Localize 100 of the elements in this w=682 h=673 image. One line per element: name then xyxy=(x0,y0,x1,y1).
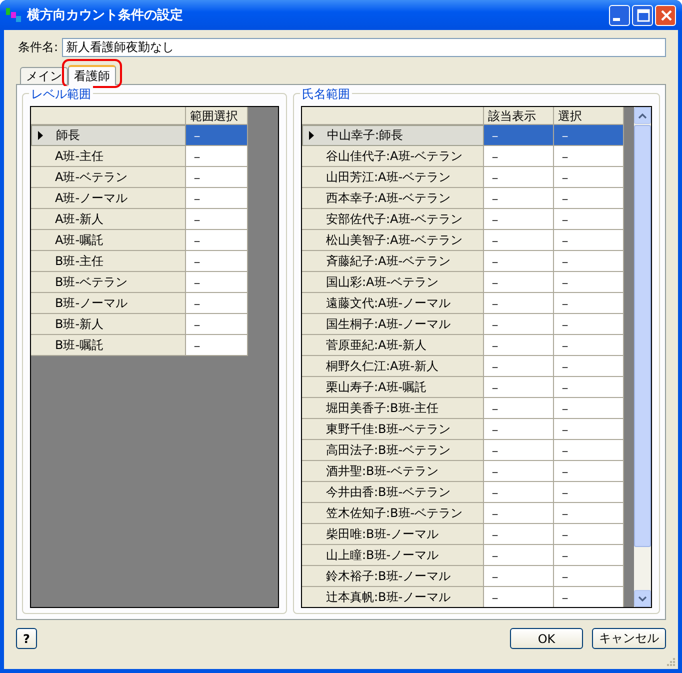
row-header[interactable]: A班-ノーマル xyxy=(31,188,186,209)
row-header[interactable]: 栗山寿子:A班-嘱託 xyxy=(302,377,484,398)
table-cell[interactable]: － xyxy=(554,419,624,440)
table-cell[interactable]: － xyxy=(484,419,554,440)
table-cell[interactable]: － xyxy=(484,251,554,272)
row-header[interactable]: B班-新人 xyxy=(31,314,186,335)
table-cell[interactable]: － xyxy=(484,524,554,545)
row-header[interactable]: A班-ベテラン xyxy=(31,167,186,188)
table-cell[interactable]: － xyxy=(554,398,624,419)
table-cell[interactable]: － xyxy=(186,167,248,188)
table-cell[interactable]: － xyxy=(484,482,554,503)
table-cell[interactable]: － xyxy=(186,125,248,146)
table-cell[interactable]: － xyxy=(484,503,554,524)
row-header[interactable]: 松山美智子:A班-ベテラン xyxy=(302,230,484,251)
row-header[interactable]: 東野千佳:B班-ベテラン xyxy=(302,419,484,440)
table-cell[interactable]: － xyxy=(554,167,624,188)
row-header[interactable]: A班-嘱託 xyxy=(31,230,186,251)
row-header[interactable]: B班-主任 xyxy=(31,251,186,272)
table-cell[interactable]: － xyxy=(484,545,554,566)
maximize-button[interactable] xyxy=(632,4,653,26)
row-header[interactable]: 高田法子:B班-ベテラン xyxy=(302,440,484,461)
table-cell[interactable]: － xyxy=(554,335,624,356)
table-cell[interactable]: － xyxy=(554,587,624,607)
vertical-scrollbar[interactable] xyxy=(624,107,651,607)
ok-button[interactable]: OK xyxy=(510,628,583,649)
row-header[interactable]: 西本幸子:A班-ベテラン xyxy=(302,188,484,209)
row-header[interactable]: 今井由香:B班-ベテラン xyxy=(302,482,484,503)
table-cell[interactable]: － xyxy=(554,293,624,314)
column-header[interactable]: 該当表示 xyxy=(484,107,554,125)
row-header[interactable]: 谷山佳代子:A班-ベテラン xyxy=(302,146,484,167)
column-header[interactable]: 選択 xyxy=(554,107,624,125)
tab[interactable]: 看護師 xyxy=(68,65,116,85)
row-header[interactable]: 桐野久仁江:A班-新人 xyxy=(302,356,484,377)
table-cell[interactable]: － xyxy=(554,503,624,524)
row-header[interactable]: B班-ベテラン xyxy=(31,272,186,293)
scroll-down-button[interactable] xyxy=(634,590,651,607)
scroll-up-button[interactable] xyxy=(634,107,651,124)
table-cell[interactable]: － xyxy=(554,251,624,272)
row-header[interactable]: B班-ノーマル xyxy=(31,293,186,314)
row-header[interactable]: 国山彩:A班-ベテラン xyxy=(302,272,484,293)
row-header[interactable]: 山上瞳:B班-ノーマル xyxy=(302,545,484,566)
table-cell[interactable]: － xyxy=(554,230,624,251)
table-cell[interactable]: － xyxy=(484,566,554,587)
table-cell[interactable]: － xyxy=(554,188,624,209)
table-cell[interactable]: － xyxy=(554,125,624,146)
row-header[interactable]: 師長 xyxy=(31,125,186,146)
row-header[interactable]: 国生桐子:A班-ノーマル xyxy=(302,314,484,335)
condition-name-field[interactable]: 新人看護師夜勤なし xyxy=(62,38,666,57)
row-header[interactable]: 辻本真帆:B班-ノーマル xyxy=(302,587,484,607)
row-header[interactable]: 鈴木裕子:B班-ノーマル xyxy=(302,566,484,587)
row-header[interactable]: 安部佐代子:A班-ベテラン xyxy=(302,209,484,230)
row-header[interactable]: B班-嘱託 xyxy=(31,335,186,356)
table-cell[interactable]: － xyxy=(186,335,248,356)
row-header[interactable]: A班-新人 xyxy=(31,209,186,230)
row-header[interactable]: 柴田唯:B班-ノーマル xyxy=(302,524,484,545)
table-cell[interactable]: － xyxy=(484,398,554,419)
table-cell[interactable]: － xyxy=(186,314,248,335)
table-cell[interactable]: － xyxy=(554,440,624,461)
table-cell[interactable]: － xyxy=(484,377,554,398)
minimize-button[interactable] xyxy=(609,4,630,26)
table-cell[interactable]: － xyxy=(554,314,624,335)
table-cell[interactable]: － xyxy=(554,461,624,482)
table-cell[interactable]: － xyxy=(186,251,248,272)
tab[interactable]: メイン xyxy=(20,67,68,84)
table-cell[interactable]: － xyxy=(484,209,554,230)
table-cell[interactable]: － xyxy=(484,587,554,607)
table-cell[interactable]: － xyxy=(186,188,248,209)
column-header[interactable]: 範囲選択 xyxy=(186,107,248,125)
table-cell[interactable]: － xyxy=(484,461,554,482)
scroll-thumb[interactable] xyxy=(634,125,651,547)
table-cell[interactable]: － xyxy=(484,146,554,167)
table-cell[interactable]: － xyxy=(186,209,248,230)
table-cell[interactable]: － xyxy=(484,230,554,251)
table-cell[interactable]: － xyxy=(484,314,554,335)
table-cell[interactable]: － xyxy=(186,272,248,293)
row-header[interactable]: 中山幸子:師長 xyxy=(302,125,484,146)
table-cell[interactable]: － xyxy=(554,545,624,566)
table-cell[interactable]: － xyxy=(554,566,624,587)
table-cell[interactable]: － xyxy=(484,356,554,377)
row-header[interactable]: 菅原亜紀:A班-新人 xyxy=(302,335,484,356)
row-header[interactable]: 遠藤文代:A班-ノーマル xyxy=(302,293,484,314)
cancel-button[interactable]: キャンセル xyxy=(592,628,666,649)
table-cell[interactable]: － xyxy=(186,146,248,167)
row-header[interactable]: 斉藤紀子:A班-ベテラン xyxy=(302,251,484,272)
row-header[interactable]: 山田芳江:A班-ベテラン xyxy=(302,167,484,188)
table-cell[interactable]: － xyxy=(554,209,624,230)
table-cell[interactable]: － xyxy=(484,272,554,293)
row-header[interactable]: A班-主任 xyxy=(31,146,186,167)
close-button[interactable] xyxy=(655,4,676,26)
table-cell[interactable]: － xyxy=(554,524,624,545)
table-cell[interactable]: － xyxy=(554,146,624,167)
table-cell[interactable]: － xyxy=(484,188,554,209)
row-header[interactable]: 笠木佐知子:B班-ベテラン xyxy=(302,503,484,524)
table-cell[interactable]: － xyxy=(484,440,554,461)
help-button[interactable]: ? xyxy=(16,628,37,649)
table-cell[interactable]: － xyxy=(554,377,624,398)
row-header[interactable]: 酒井聖:B班-ベテラン xyxy=(302,461,484,482)
table-cell[interactable]: － xyxy=(484,335,554,356)
table-cell[interactable]: － xyxy=(484,125,554,146)
table-cell[interactable]: － xyxy=(186,293,248,314)
